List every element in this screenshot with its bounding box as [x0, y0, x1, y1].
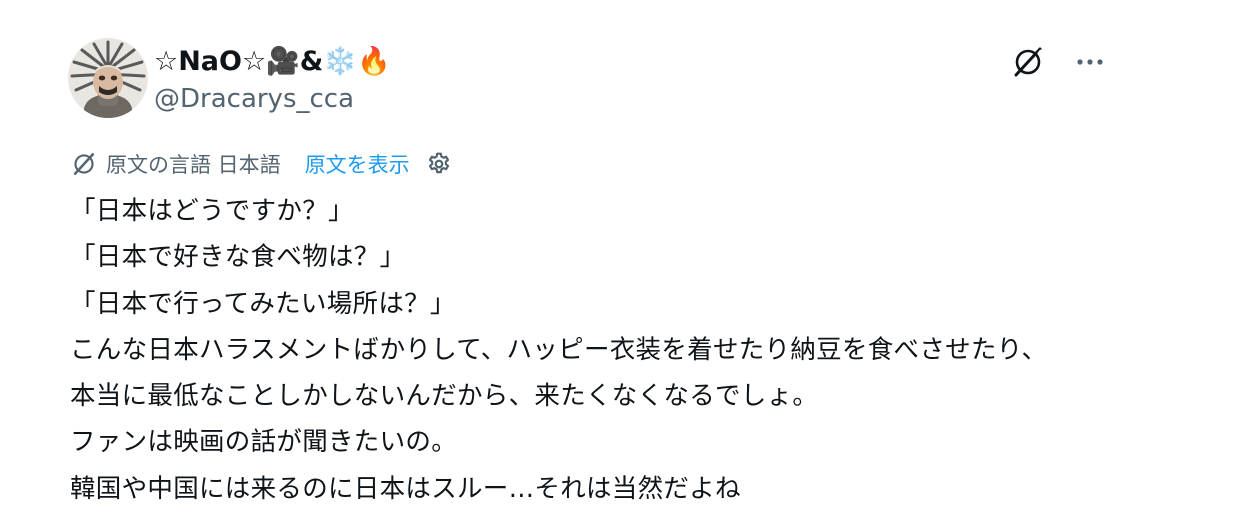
- post-header: ☆NaO☆🎥&❄️🔥 @Dracarys_cca: [68, 38, 1108, 122]
- grok-button[interactable]: [1010, 44, 1046, 80]
- post-line: 「日本で行ってみたい場所は？」: [70, 288, 456, 319]
- post-body: 「日本はどうですか？」 「日本で好きな食べ物は？」 「日本で行ってみたい場所は？…: [70, 188, 1180, 512]
- post-line: こんな日本ハラスメントばかりして、ハッピー衣装を着せたり納豆を食べさせたり、: [70, 334, 1048, 365]
- show-original-link[interactable]: 原文を表示: [305, 149, 410, 179]
- grok-slash-circle-icon: [1014, 47, 1042, 77]
- post-line: 韓国や中国には来るのに日本はスルー…それは当然だよね: [70, 473, 741, 504]
- more-button[interactable]: [1072, 44, 1108, 80]
- post: ☆NaO☆🎥&❄️🔥 @Dracarys_cca 原文の言語 日本語 原文を表示…: [0, 0, 1248, 528]
- author-display-name[interactable]: ☆NaO☆🎥&❄️🔥: [154, 44, 391, 80]
- post-line: 「日本はどうですか？」: [70, 196, 354, 226]
- author-handle[interactable]: @Dracarys_cca: [154, 82, 391, 116]
- gear-icon: [428, 152, 449, 174]
- translation-bar: 原文の言語 日本語 原文を表示: [70, 148, 454, 180]
- header-actions: [1010, 44, 1108, 80]
- author-identity: ☆NaO☆🎥&❄️🔥 @Dracarys_cca: [154, 44, 391, 116]
- translation-source-label: 原文の言語 日本語: [106, 153, 281, 177]
- post-line: 「日本で好きな食べ物は？」: [70, 242, 406, 273]
- translation-settings-button[interactable]: [424, 149, 454, 179]
- grok-translate-icon: [70, 150, 98, 178]
- more-dots-icon: [1077, 59, 1103, 65]
- iron-throne-avatar-icon: [68, 38, 148, 118]
- post-line: 本当に最低なことしかしないんだから、来たくなくなるでしょ。: [70, 381, 819, 412]
- avatar[interactable]: [68, 38, 148, 118]
- post-line: ファンは映画の話が聞きたいの。: [70, 427, 458, 458]
